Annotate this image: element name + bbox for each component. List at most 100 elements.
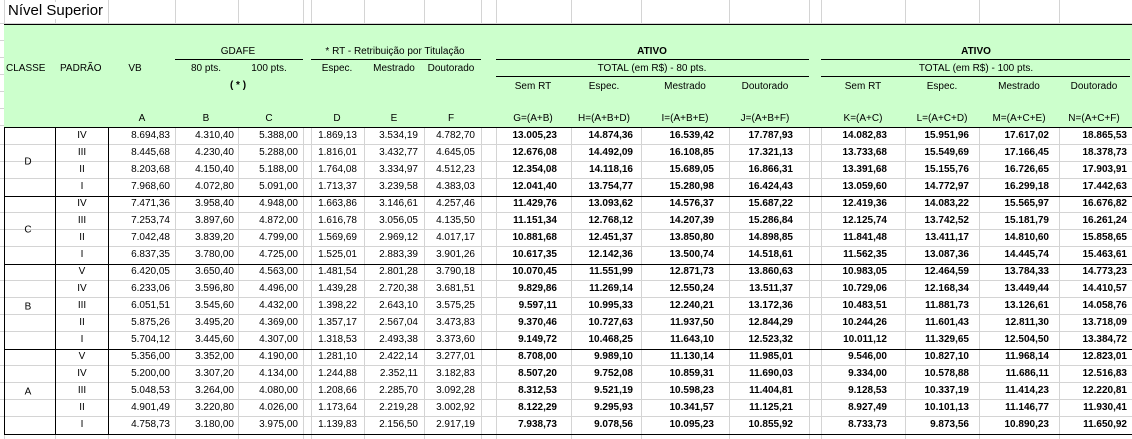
value-cell: 10.011,12 — [843, 334, 887, 345]
value-cell: 11.881,73 — [925, 300, 969, 311]
value-cell: 1.713,37 — [318, 181, 357, 192]
value-cell: 6.837,35 — [131, 249, 170, 260]
padrao-cell: II — [79, 402, 85, 413]
value-cell: 2.422,14 — [379, 351, 418, 362]
value-cell: 5.048,53 — [131, 385, 170, 396]
column-letter-b: B — [202, 113, 210, 124]
value-cell: 4.135,50 — [436, 215, 475, 226]
value-cell: 1.764,08 — [318, 164, 357, 175]
padrao-cell: III — [77, 385, 87, 396]
value-cell: 2.917,19 — [436, 419, 475, 430]
value-cell: 17.787,93 — [748, 130, 794, 141]
value-cell: 11.985,01 — [749, 351, 793, 362]
value-cell: 3.352,00 — [195, 351, 234, 362]
value-cell: 12.676,08 — [512, 147, 558, 158]
value-cell: 11.125,21 — [749, 402, 793, 413]
value-cell: 4.948,00 — [259, 198, 298, 209]
gdafe-underline — [175, 59, 303, 60]
value-cell: 10.727,63 — [588, 317, 634, 328]
value-cell: 9.149,72 — [518, 334, 557, 345]
value-cell: 10.341,57 — [669, 402, 715, 413]
value-cell: 4.496,00 — [259, 283, 298, 294]
value-cell: 10.244,26 — [842, 317, 888, 328]
value-cell: 13.087,36 — [924, 249, 970, 260]
padrao-cell: IV — [77, 130, 87, 141]
value-cell: 9.295,93 — [594, 402, 633, 413]
value-cell: 14.518,61 — [748, 249, 794, 260]
value-cell: 15.155,76 — [924, 164, 970, 175]
value-cell: 4.150,40 — [195, 164, 234, 175]
column-letter-n: N=(A+C+F) — [1068, 113, 1120, 124]
value-cell: 2.720,38 — [379, 283, 418, 294]
value-cell: 3.334,97 — [379, 164, 418, 175]
group-border — [4, 434, 1132, 435]
value-cell: 4.134,00 — [259, 368, 298, 379]
value-cell: 6.420,05 — [131, 266, 170, 277]
value-cell: 13.172,36 — [748, 300, 794, 311]
value-cell: 3.596,80 — [195, 283, 234, 294]
value-cell: 4.307,00 — [259, 334, 298, 345]
value-cell: 10.881,68 — [512, 232, 558, 243]
value-cell: 9.989,10 — [594, 351, 633, 362]
value-cell: 11.562,35 — [843, 249, 887, 260]
value-cell: 13.784,33 — [1004, 266, 1050, 277]
value-cell: 5.388,00 — [259, 130, 298, 141]
value-cell: 16.676,82 — [1082, 198, 1128, 209]
column-letter-f: F — [447, 113, 455, 124]
spreadsheet: Nível Superior CLASSE PADRÃO VB GDAFE 80… — [0, 0, 1132, 439]
value-cell: 13.391,68 — [842, 164, 888, 175]
value-cell: 1.398,22 — [318, 300, 357, 311]
value-cell: 9.521,19 — [594, 385, 633, 396]
value-cell: 15.181,79 — [1004, 215, 1050, 226]
value-cell: 13.754,77 — [588, 181, 634, 192]
value-cell: 11.841,48 — [843, 232, 887, 243]
value-cell: 10.468,25 — [588, 334, 634, 345]
value-cell: 14.576,37 — [669, 198, 715, 209]
value-cell: 3.897,60 — [195, 215, 234, 226]
value-cell: 1.439,28 — [318, 283, 357, 294]
value-cell: 11.930,41 — [1083, 402, 1127, 413]
value-cell: 12.419,36 — [842, 198, 888, 209]
value-cell: 5.875,26 — [131, 317, 170, 328]
value-cell: 14.058,76 — [1082, 300, 1128, 311]
value-cell: 2.643,10 — [379, 300, 418, 311]
value-cell: 3.373,60 — [436, 334, 475, 345]
value-cell: 3.975,00 — [259, 419, 298, 430]
value-cell: 1.357,17 — [318, 317, 357, 328]
value-cell: 11.968,14 — [1005, 351, 1049, 362]
sub80-sem-rt: Sem RT — [514, 81, 552, 92]
value-cell: 13.733,68 — [842, 147, 888, 158]
value-cell: 16.299,18 — [1004, 181, 1050, 192]
value-cell: 12.516,83 — [1082, 368, 1128, 379]
value-cell: 12.240,21 — [669, 300, 715, 311]
value-cell: 16.539,42 — [669, 130, 715, 141]
value-cell: 9.370,46 — [518, 317, 557, 328]
value-cell: 8.927,49 — [848, 402, 887, 413]
value-cell: 11.329,65 — [925, 334, 969, 345]
value-cell: 4.026,00 — [259, 402, 298, 413]
value-cell: 15.858,65 — [1082, 232, 1128, 243]
value-cell: 17.442,63 — [1082, 181, 1128, 192]
value-cell: 13.742,52 — [924, 215, 970, 226]
value-cell: 1.173,64 — [318, 402, 357, 413]
value-cell: 4.872,00 — [259, 215, 298, 226]
sub80-doutorado: Doutorado — [741, 81, 789, 92]
value-cell: 1.816,01 — [318, 147, 357, 158]
value-cell: 12.823,01 — [1082, 351, 1128, 362]
padrao-cell: I — [80, 419, 84, 430]
value-cell: 3.146,61 — [379, 198, 418, 209]
header-gdafe: GDAFE — [220, 46, 256, 57]
value-cell: 2.352,11 — [379, 368, 418, 379]
column-letter-a: A — [138, 113, 146, 124]
value-cell: 7.938,73 — [518, 419, 557, 430]
column-letter-m: M=(A+C+E) — [992, 113, 1046, 124]
header-padrao: PADRÃO — [60, 63, 102, 74]
value-cell: 14.445,74 — [1004, 249, 1050, 260]
value-cell: 7.471,36 — [131, 198, 170, 209]
sub80-espec: Espec. — [588, 81, 620, 92]
group-border — [4, 127, 1132, 128]
padrao-cell: IV — [77, 368, 87, 379]
value-cell: 4.901,49 — [131, 402, 170, 413]
padrao-cell: III — [77, 215, 87, 226]
value-cell: 7.253,74 — [131, 215, 170, 226]
